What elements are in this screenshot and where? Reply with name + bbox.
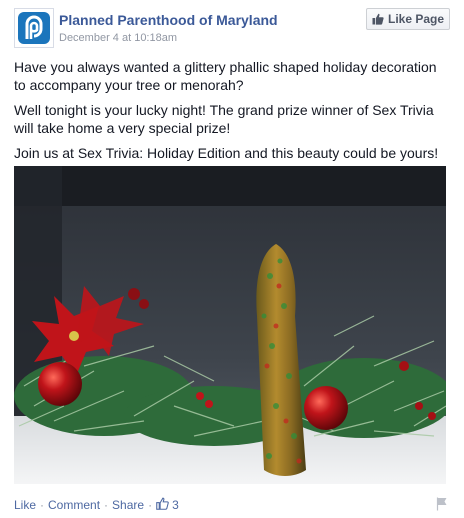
post-photo[interactable]	[14, 166, 446, 484]
page-avatar[interactable]	[14, 8, 54, 48]
planned-parenthood-logo-icon	[18, 12, 50, 44]
like-page-button[interactable]: Like Page	[366, 8, 450, 30]
like-page-label: Like Page	[387, 12, 445, 26]
like-count-value: 3	[172, 498, 179, 512]
share-link[interactable]: Share	[112, 498, 144, 512]
action-separator: ·	[148, 498, 153, 512]
like-count[interactable]: 3	[156, 497, 179, 513]
facebook-post: Planned Parenthood of Maryland December …	[0, 0, 464, 518]
post-actions: Like · Comment · Share · 3	[14, 496, 450, 514]
thumbs-up-icon	[372, 13, 384, 25]
post-paragraph-3: Join us at Sex Trivia: Holiday Edition a…	[14, 145, 439, 161]
page-name-link[interactable]: Planned Parenthood of Maryland	[59, 12, 278, 28]
comment-link[interactable]: Comment	[48, 498, 100, 512]
post-body: Have you always wanted a glittery phalli…	[14, 58, 450, 169]
post-timestamp[interactable]: December 4 at 10:18am	[59, 32, 177, 44]
like-link[interactable]: Like	[14, 498, 36, 512]
flag-icon[interactable]	[436, 497, 448, 514]
post-paragraph-1: Have you always wanted a glittery phalli…	[14, 59, 437, 93]
post-header: Planned Parenthood of Maryland December …	[14, 8, 450, 50]
thumbs-up-icon	[156, 497, 169, 513]
action-separator: ·	[104, 498, 109, 512]
post-paragraph-2: Well tonight is your lucky night! The gr…	[14, 102, 434, 136]
action-separator: ·	[40, 498, 45, 512]
